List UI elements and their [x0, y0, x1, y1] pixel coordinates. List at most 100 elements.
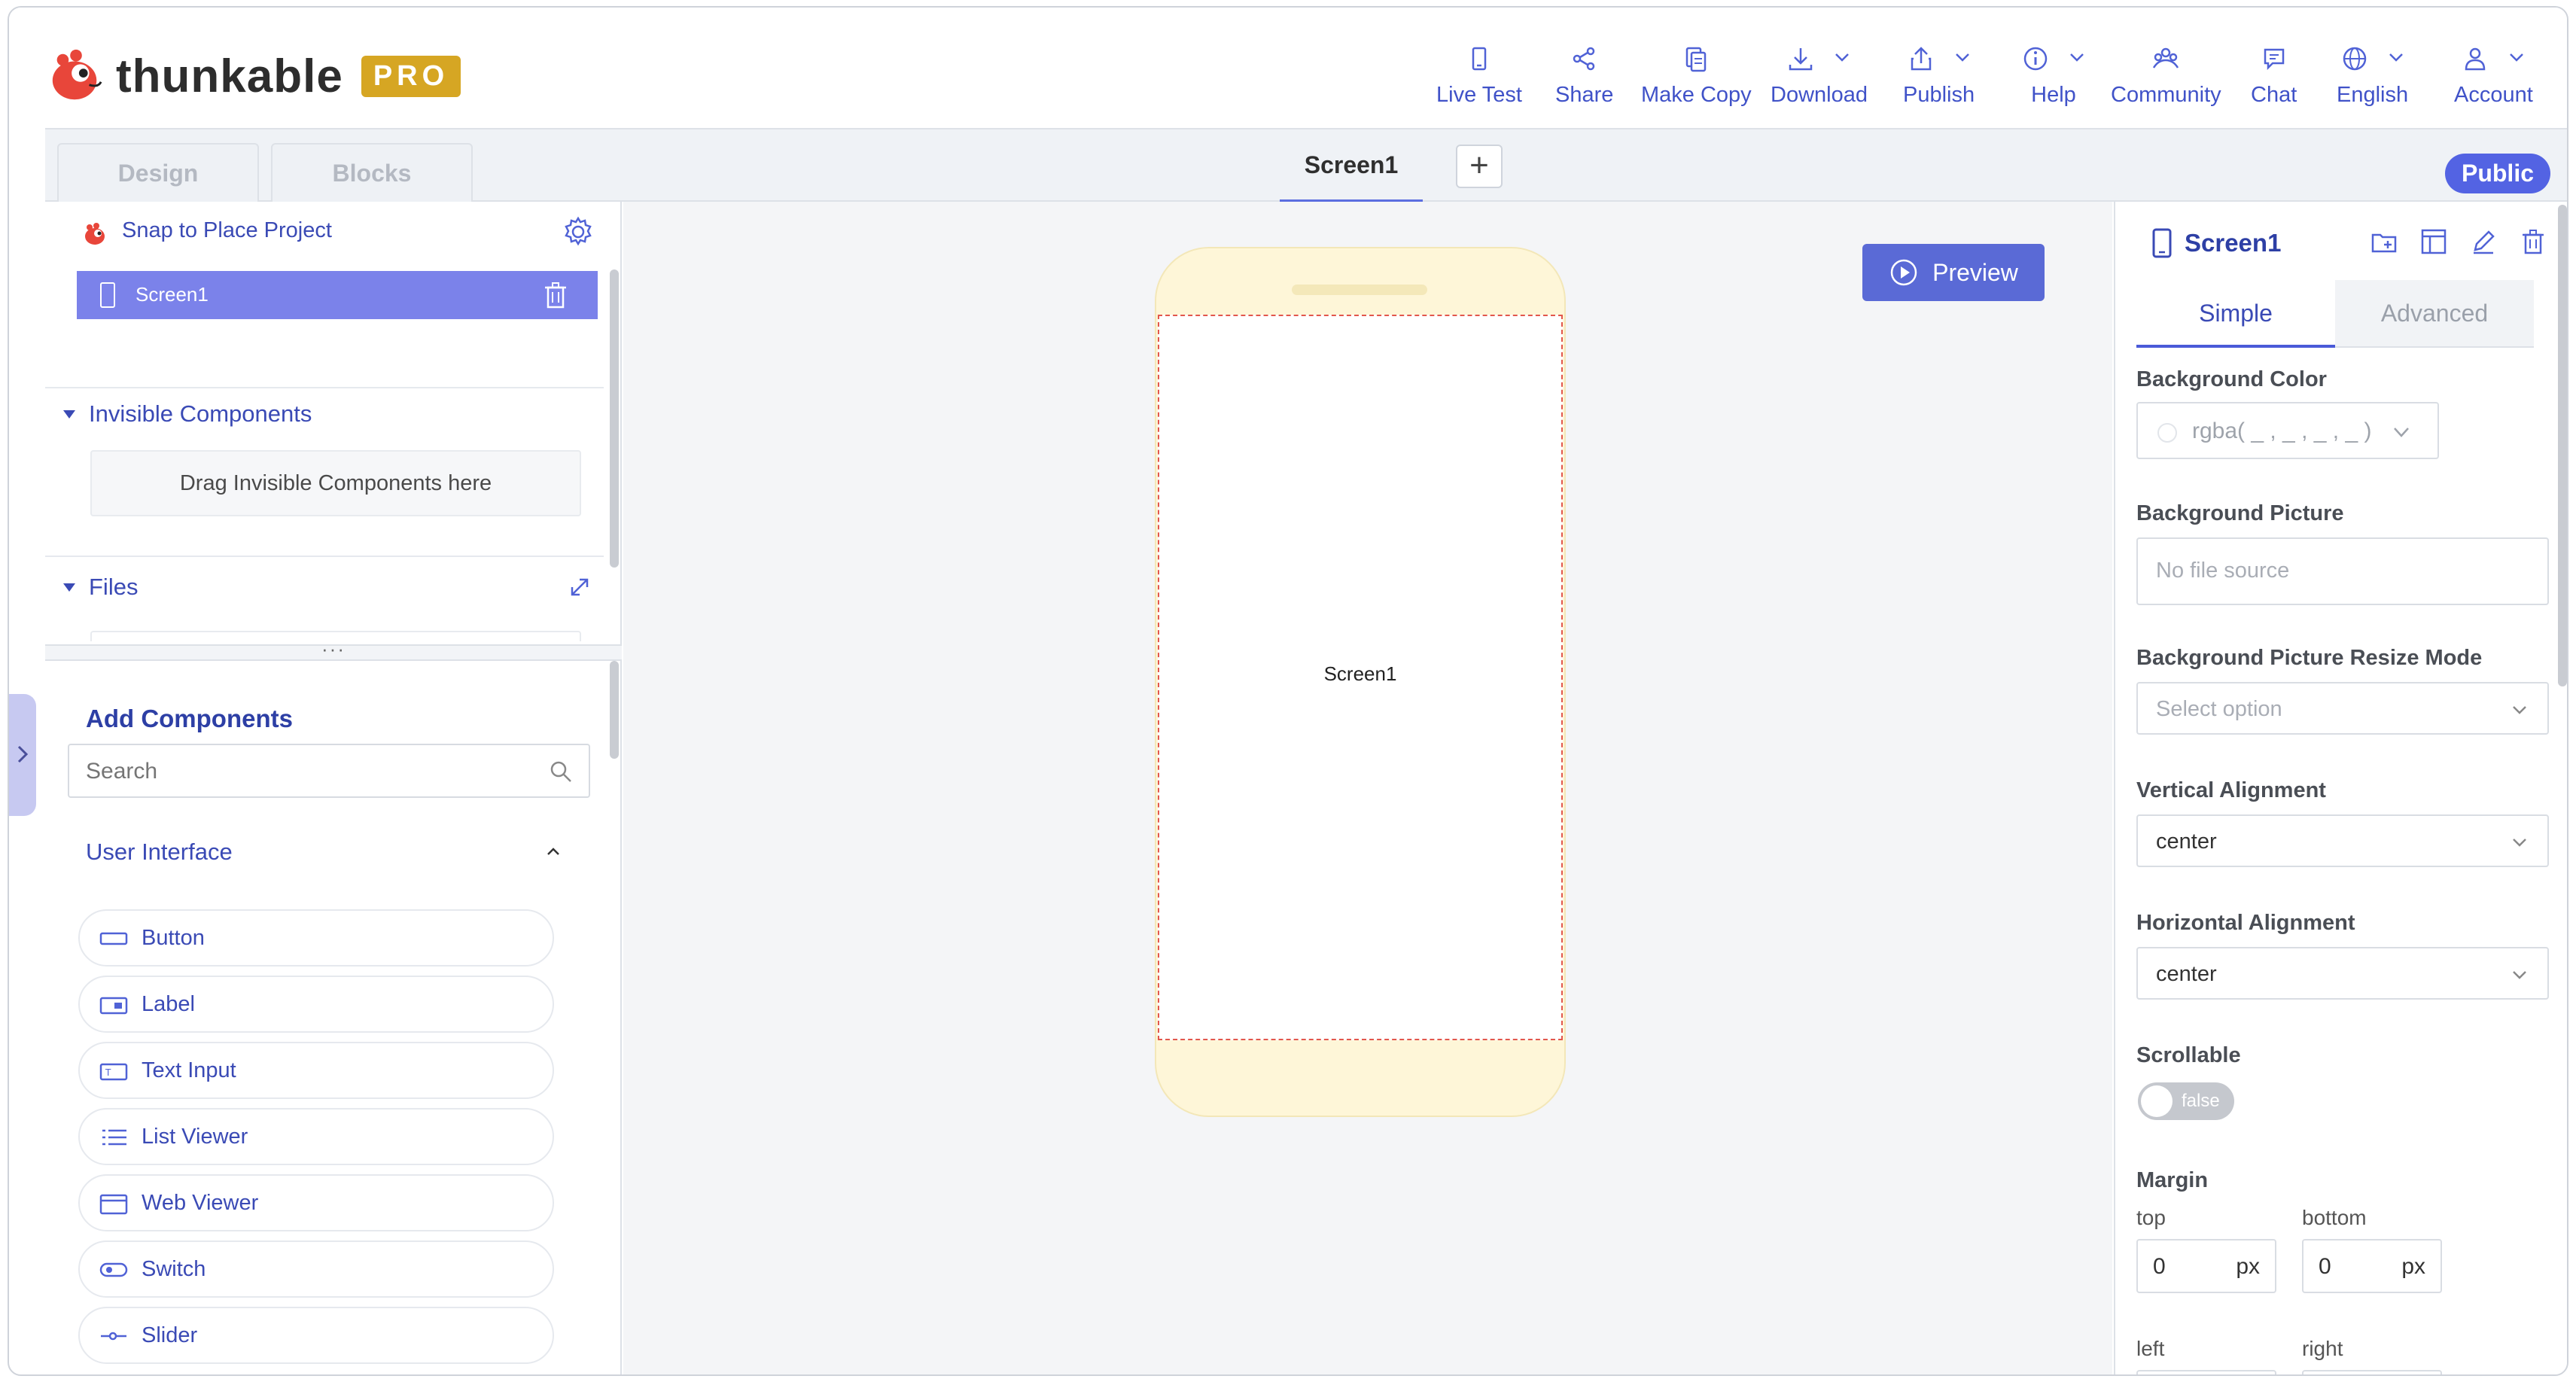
preview-button[interactable]: Preview	[1862, 244, 2045, 301]
caret-down-icon	[63, 409, 75, 419]
help-button[interactable]: Help	[2020, 41, 2087, 108]
search-input[interactable]	[86, 756, 507, 787]
tab-advanced[interactable]: Advanced	[2335, 280, 2534, 348]
component-button[interactable]: Button	[78, 909, 554, 966]
community-button[interactable]: Community	[2111, 41, 2221, 108]
design-canvas[interactable]: Screen1 Preview	[623, 202, 2112, 1374]
component-text-input[interactable]: T Text Input	[78, 1042, 554, 1099]
screen-list-item-screen1[interactable]: Screen1	[77, 271, 598, 319]
selected-component-name: Screen1	[2185, 229, 2282, 257]
chevron-up-icon[interactable]	[542, 843, 565, 860]
properties-panel: Screen1 Simple Advanced Background Color…	[2114, 202, 2567, 1374]
publish-button[interactable]: Publish	[1903, 41, 1975, 108]
category-user-interface[interactable]: User Interface	[86, 839, 233, 866]
background-picture-value: No file source	[2156, 559, 2290, 583]
component-switch[interactable]: Switch	[78, 1240, 554, 1298]
panel-resize-handle[interactable]: ···	[45, 639, 622, 661]
share-label: Share	[1555, 83, 1614, 107]
publish-label: Publish	[1903, 83, 1975, 107]
properties-title: Screen1	[2151, 227, 2281, 259]
screen-canvas-label: Screen1	[1323, 662, 1397, 685]
scrollbar[interactable]	[610, 661, 619, 759]
background-color-value: rgba( _ , _ , _ , _ )	[2192, 419, 2372, 443]
component-search[interactable]	[68, 744, 590, 798]
button-icon	[99, 932, 128, 945]
component-web-viewer[interactable]: Web Viewer	[78, 1174, 554, 1231]
web-viewer-icon	[99, 1194, 128, 1215]
scrollable-toggle[interactable]: false	[2138, 1082, 2234, 1120]
component-label: Slider	[142, 1323, 198, 1347]
download-icon	[1789, 48, 1813, 71]
vertical-alignment-select[interactable]: center	[2136, 814, 2549, 867]
background-picture-field[interactable]: No file source	[2136, 537, 2549, 605]
account-label: Account	[2454, 83, 2533, 107]
scrollbar[interactable]	[610, 269, 619, 568]
expand-icon[interactable]	[565, 572, 595, 602]
brand-logo[interactable]: thunkable PRO	[47, 47, 461, 105]
add-screen-button[interactable]: +	[1456, 145, 1503, 188]
chat-button[interactable]: Chat	[2251, 41, 2297, 108]
vertical-alignment-label: Vertical Alignment	[2136, 778, 2326, 802]
margin-top-input[interactable]: 0 px	[2136, 1239, 2276, 1293]
share-button[interactable]: Share	[1555, 41, 1613, 108]
component-list-viewer[interactable]: List Viewer	[78, 1108, 554, 1165]
tab-simple[interactable]: Simple	[2136, 280, 2335, 348]
tab-blocks[interactable]: Blocks	[271, 143, 473, 203]
color-swatch	[2157, 423, 2177, 443]
edit-icon[interactable]	[2469, 227, 2498, 256]
chevron-down-icon	[2389, 53, 2403, 62]
add-components-title: Add Components	[86, 705, 293, 732]
project-icon	[85, 223, 105, 245]
horizontal-alignment-select[interactable]: center	[2136, 947, 2549, 1000]
folder-add-icon[interactable]	[2370, 227, 2398, 256]
account-menu[interactable]: Account	[2454, 41, 2533, 108]
list-viewer-icon	[102, 1129, 126, 1146]
project-row[interactable]: Snap to Place Project	[45, 202, 620, 262]
tab-screen1[interactable]: Screen1	[1280, 129, 1423, 203]
margin-bottom-input[interactable]: 0 px	[2302, 1239, 2442, 1293]
make-copy-button[interactable]: Make Copy	[1641, 41, 1752, 108]
community-icon	[2153, 47, 2179, 68]
brand-name: thunkable	[116, 50, 343, 102]
invisible-components-drop-zone[interactable]: Drag Invisible Components here	[90, 450, 581, 516]
left-panel-collapse-toggle[interactable]	[9, 694, 36, 816]
chevron-down-icon	[2070, 53, 2084, 62]
margin-left-input[interactable]	[2136, 1370, 2276, 1374]
chat-icon	[2264, 48, 2284, 71]
files-toggle[interactable]: Files	[63, 574, 138, 601]
live-test-button[interactable]: Live Test	[1436, 41, 1522, 108]
files-title: Files	[89, 574, 139, 600]
gear-icon[interactable]	[562, 215, 595, 248]
share-icon	[1573, 47, 1594, 71]
properties-toolbar	[2370, 227, 2547, 256]
invisible-components-toggle[interactable]: Invisible Components	[63, 400, 312, 428]
trash-icon[interactable]	[2519, 227, 2547, 256]
chevron-down-icon	[1955, 53, 1969, 62]
tab-design[interactable]: Design	[57, 143, 259, 203]
public-visibility-button[interactable]: Public	[2444, 154, 2550, 193]
copy-icon	[1686, 47, 1707, 72]
layout-icon[interactable]	[2419, 227, 2448, 256]
user-icon	[2465, 47, 2486, 71]
margin-top-unit: px	[2236, 1254, 2260, 1279]
caret-down-icon	[63, 583, 75, 592]
project-name: Snap to Place Project	[122, 218, 332, 242]
component-label-item[interactable]: Label	[78, 976, 554, 1033]
component-slider[interactable]: Slider	[78, 1307, 554, 1364]
trash-icon[interactable]	[542, 280, 569, 310]
background-color-picker[interactable]: rgba( _ , _ , _ , _ )	[2136, 402, 2439, 459]
screen1-canvas[interactable]: Screen1	[1158, 315, 1563, 1040]
margin-right-input[interactable]	[2302, 1370, 2442, 1374]
margin-bottom-value: 0	[2319, 1254, 2331, 1279]
help-label: Help	[2031, 83, 2076, 107]
download-button[interactable]: Download	[1771, 41, 1868, 108]
chevron-down-icon	[2513, 839, 2526, 847]
language-selector[interactable]: English	[2337, 41, 2408, 108]
top-navigation: Live Test Share Make Copy Download Publi…	[1424, 41, 2537, 116]
resize-mode-select[interactable]: Select option	[2136, 682, 2549, 735]
scrollbar[interactable]	[2558, 205, 2567, 686]
component-label: Label	[142, 992, 195, 1016]
component-label: Web Viewer	[142, 1191, 259, 1215]
component-label: List Viewer	[142, 1125, 248, 1149]
divider	[45, 556, 604, 557]
